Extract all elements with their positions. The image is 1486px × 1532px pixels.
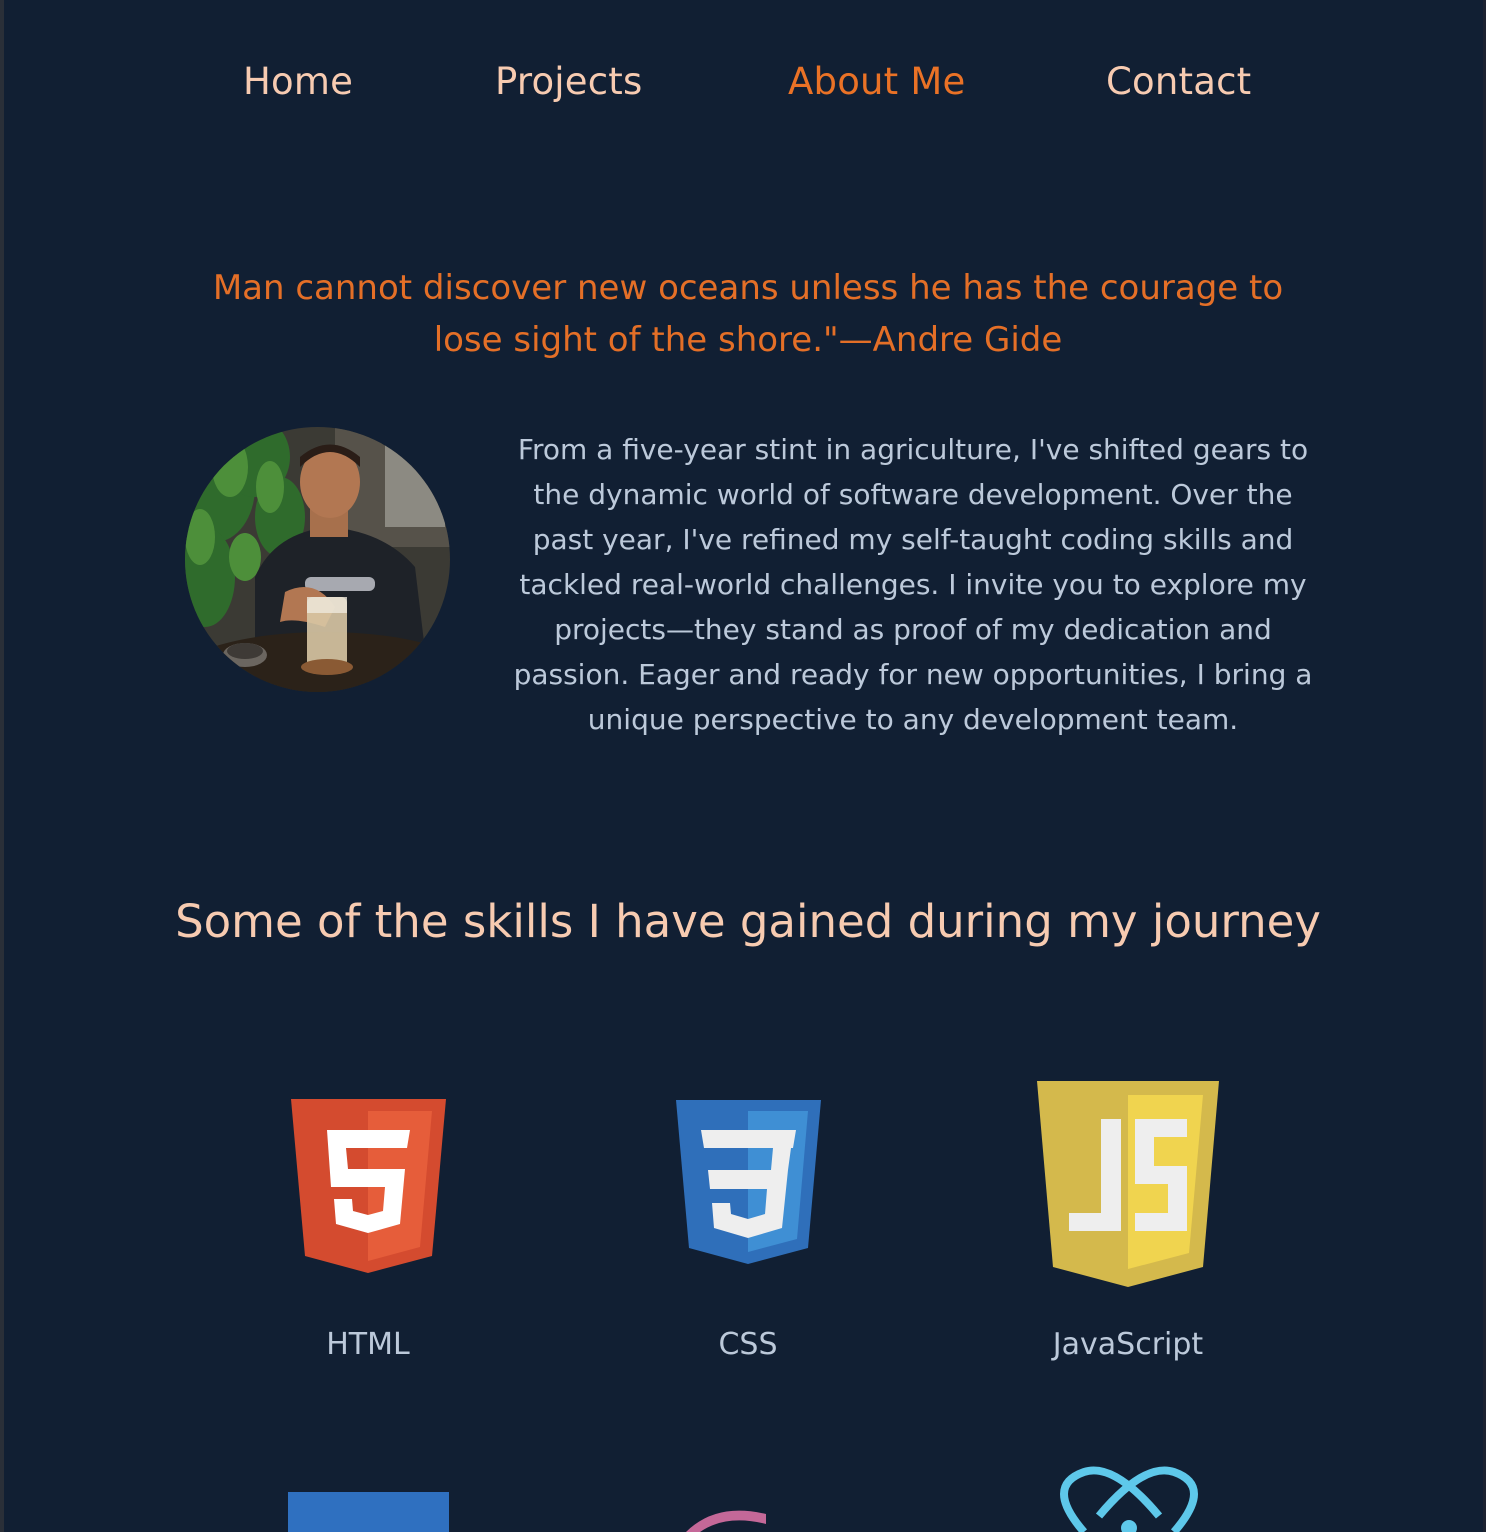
react-icon: [1054, 1466, 1204, 1532]
sass-icon: [676, 1500, 776, 1532]
skill-label-css: CSS: [718, 1327, 778, 1362]
profile-avatar: [185, 427, 450, 692]
nav-contact-link[interactable]: Contact: [1106, 58, 1251, 106]
skills-heading: Some of the skills I have gained during …: [175, 895, 1321, 948]
skill-label-html: HTML: [326, 1327, 410, 1362]
nav-about-me-link[interactable]: About Me: [788, 58, 965, 106]
css3-icon: [676, 1100, 821, 1268]
javascript-icon: [1037, 1081, 1219, 1291]
nav-projects-link[interactable]: Projects: [495, 58, 642, 106]
window-left-border: [0, 0, 4, 1532]
skill-label-javascript: JavaScript: [1052, 1327, 1204, 1362]
html5-icon: [291, 1099, 446, 1277]
profile-photo-illustration: [185, 427, 450, 692]
about-quote: Man cannot discover new oceans unless he…: [212, 268, 1284, 360]
nav-home-link[interactable]: Home: [243, 58, 353, 106]
typescript-icon: [288, 1492, 449, 1532]
about-bio: From a five-year stint in agriculture, I…: [513, 433, 1313, 736]
